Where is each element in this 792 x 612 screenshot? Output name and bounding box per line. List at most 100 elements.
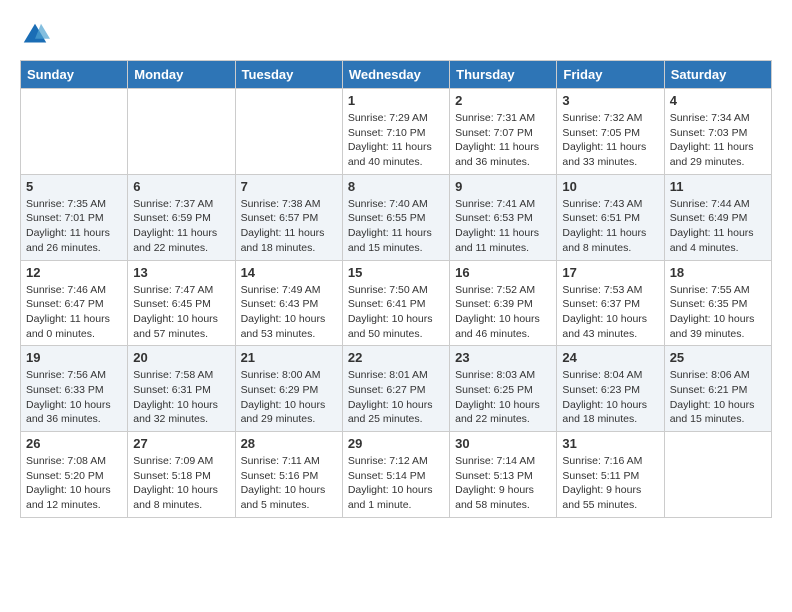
day-info: Sunrise: 7:55 AMSunset: 6:35 PMDaylight:…: [670, 283, 766, 342]
calendar-cell: 27 Sunrise: 7:09 AMSunset: 5:18 PMDayligh…: [128, 432, 235, 518]
day-info: Sunrise: 7:38 AMSunset: 6:57 PMDaylight:…: [241, 197, 337, 256]
day-info: Sunrise: 7:37 AMSunset: 6:59 PMDaylight:…: [133, 197, 229, 256]
day-info: Sunrise: 7:47 AMSunset: 6:45 PMDaylight:…: [133, 283, 229, 342]
day-number: 27: [133, 436, 229, 451]
calendar-cell: 23 Sunrise: 8:03 AMSunset: 6:25 PMDayligh…: [450, 346, 557, 432]
day-number: 9: [455, 179, 551, 194]
day-number: 16: [455, 265, 551, 280]
day-number: 25: [670, 350, 766, 365]
day-number: 26: [26, 436, 122, 451]
day-number: 12: [26, 265, 122, 280]
calendar-cell: 16 Sunrise: 7:52 AMSunset: 6:39 PMDayligh…: [450, 260, 557, 346]
day-header-saturday: Saturday: [664, 61, 771, 89]
day-info: Sunrise: 7:50 AMSunset: 6:41 PMDaylight:…: [348, 283, 444, 342]
calendar-cell: 1 Sunrise: 7:29 AMSunset: 7:10 PMDaylight…: [342, 89, 449, 175]
calendar-cell: 13 Sunrise: 7:47 AMSunset: 6:45 PMDayligh…: [128, 260, 235, 346]
day-number: 14: [241, 265, 337, 280]
day-number: 13: [133, 265, 229, 280]
calendar-table: SundayMondayTuesdayWednesdayThursdayFrid…: [20, 60, 772, 518]
day-info: Sunrise: 7:58 AMSunset: 6:31 PMDaylight:…: [133, 368, 229, 427]
day-number: 2: [455, 93, 551, 108]
calendar-cell: 19 Sunrise: 7:56 AMSunset: 6:33 PMDayligh…: [21, 346, 128, 432]
day-number: 19: [26, 350, 122, 365]
day-number: 18: [670, 265, 766, 280]
calendar-cell: [235, 89, 342, 175]
day-header-thursday: Thursday: [450, 61, 557, 89]
day-info: Sunrise: 8:03 AMSunset: 6:25 PMDaylight:…: [455, 368, 551, 427]
calendar-week-row: 1 Sunrise: 7:29 AMSunset: 7:10 PMDaylight…: [21, 89, 772, 175]
day-number: 8: [348, 179, 444, 194]
calendar-cell: [128, 89, 235, 175]
calendar-cell: 4Sunrise: 7:34 AMSunset: 7:03 PMDaylight…: [664, 89, 771, 175]
day-info: Sunrise: 7:11 AMSunset: 5:16 PMDaylight:…: [241, 454, 337, 513]
day-info: Sunrise: 7:35 AMSunset: 7:01 PMDaylight:…: [26, 197, 122, 256]
day-number: 7: [241, 179, 337, 194]
day-number: 22: [348, 350, 444, 365]
day-info: Sunrise: 7:14 AMSunset: 5:13 PMDaylight:…: [455, 454, 551, 513]
calendar-week-row: 12 Sunrise: 7:46 AMSunset: 6:47 PMDayligh…: [21, 260, 772, 346]
day-header-wednesday: Wednesday: [342, 61, 449, 89]
logo: [20, 20, 54, 50]
calendar-header-row: SundayMondayTuesdayWednesdayThursdayFrid…: [21, 61, 772, 89]
day-info: Sunrise: 7:12 AMSunset: 5:14 PMDaylight:…: [348, 454, 444, 513]
calendar-cell: [664, 432, 771, 518]
day-info: Sunrise: 7:31 AMSunset: 7:07 PMDaylight:…: [455, 111, 551, 170]
calendar-cell: 31 Sunrise: 7:16 AMSunset: 5:11 PMDayligh…: [557, 432, 664, 518]
day-info: Sunrise: 8:00 AMSunset: 6:29 PMDaylight:…: [241, 368, 337, 427]
day-info: Sunrise: 7:46 AMSunset: 6:47 PMDaylight:…: [26, 283, 122, 342]
logo-icon: [20, 20, 50, 50]
day-header-tuesday: Tuesday: [235, 61, 342, 89]
calendar-cell: 15Sunrise: 7:50 AMSunset: 6:41 PMDayligh…: [342, 260, 449, 346]
day-number: 21: [241, 350, 337, 365]
day-number: 3: [562, 93, 658, 108]
day-info: Sunrise: 7:29 AMSunset: 7:10 PMDaylight:…: [348, 111, 444, 170]
calendar-cell: 8 Sunrise: 7:40 AMSunset: 6:55 PMDaylight…: [342, 174, 449, 260]
calendar-cell: 26 Sunrise: 7:08 AMSunset: 5:20 PMDayligh…: [21, 432, 128, 518]
day-info: Sunrise: 7:16 AMSunset: 5:11 PMDaylight:…: [562, 454, 658, 513]
day-info: Sunrise: 7:32 AMSunset: 7:05 PMDaylight:…: [562, 111, 658, 170]
calendar-cell: 17 Sunrise: 7:53 AMSunset: 6:37 PMDayligh…: [557, 260, 664, 346]
day-number: 5: [26, 179, 122, 194]
day-header-monday: Monday: [128, 61, 235, 89]
calendar-cell: 5 Sunrise: 7:35 AMSunset: 7:01 PMDaylight…: [21, 174, 128, 260]
day-info: Sunrise: 7:43 AMSunset: 6:51 PMDaylight:…: [562, 197, 658, 256]
page-header: [20, 20, 772, 50]
calendar-cell: 28 Sunrise: 7:11 AMSunset: 5:16 PMDayligh…: [235, 432, 342, 518]
day-info: Sunrise: 8:01 AMSunset: 6:27 PMDaylight:…: [348, 368, 444, 427]
day-info: Sunrise: 7:56 AMSunset: 6:33 PMDaylight:…: [26, 368, 122, 427]
calendar-cell: 25 Sunrise: 8:06 AMSunset: 6:21 PMDayligh…: [664, 346, 771, 432]
day-info: Sunrise: 7:52 AMSunset: 6:39 PMDaylight:…: [455, 283, 551, 342]
day-info: Sunrise: 7:08 AMSunset: 5:20 PMDaylight:…: [26, 454, 122, 513]
day-number: 23: [455, 350, 551, 365]
calendar-cell: 10 Sunrise: 7:43 AMSunset: 6:51 PMDayligh…: [557, 174, 664, 260]
day-number: 31: [562, 436, 658, 451]
day-header-friday: Friday: [557, 61, 664, 89]
day-number: 6: [133, 179, 229, 194]
calendar-cell: 20 Sunrise: 7:58 AMSunset: 6:31 PMDayligh…: [128, 346, 235, 432]
day-info: Sunrise: 7:40 AMSunset: 6:55 PMDaylight:…: [348, 197, 444, 256]
calendar-cell: 21 Sunrise: 8:00 AMSunset: 6:29 PMDayligh…: [235, 346, 342, 432]
calendar-cell: 3 Sunrise: 7:32 AMSunset: 7:05 PMDaylight…: [557, 89, 664, 175]
day-info: Sunrise: 7:53 AMSunset: 6:37 PMDaylight:…: [562, 283, 658, 342]
calendar-cell: 6 Sunrise: 7:37 AMSunset: 6:59 PMDaylight…: [128, 174, 235, 260]
day-number: 20: [133, 350, 229, 365]
calendar-cell: 30Sunrise: 7:14 AMSunset: 5:13 PMDayligh…: [450, 432, 557, 518]
day-number: 17: [562, 265, 658, 280]
calendar-cell: 29 Sunrise: 7:12 AMSunset: 5:14 PMDayligh…: [342, 432, 449, 518]
day-number: 28: [241, 436, 337, 451]
day-number: 29: [348, 436, 444, 451]
day-number: 11: [670, 179, 766, 194]
day-number: 1: [348, 93, 444, 108]
day-info: Sunrise: 7:34 AMSunset: 7:03 PMDaylight:…: [670, 111, 766, 170]
day-number: 10: [562, 179, 658, 194]
day-info: Sunrise: 7:49 AMSunset: 6:43 PMDaylight:…: [241, 283, 337, 342]
calendar-cell: 14 Sunrise: 7:49 AMSunset: 6:43 PMDayligh…: [235, 260, 342, 346]
calendar-cell: 12 Sunrise: 7:46 AMSunset: 6:47 PMDayligh…: [21, 260, 128, 346]
day-info: Sunrise: 8:06 AMSunset: 6:21 PMDaylight:…: [670, 368, 766, 427]
calendar-cell: [21, 89, 128, 175]
day-number: 24: [562, 350, 658, 365]
calendar-cell: 7 Sunrise: 7:38 AMSunset: 6:57 PMDaylight…: [235, 174, 342, 260]
day-info: Sunrise: 7:09 AMSunset: 5:18 PMDaylight:…: [133, 454, 229, 513]
calendar-cell: 2 Sunrise: 7:31 AMSunset: 7:07 PMDaylight…: [450, 89, 557, 175]
calendar-cell: 9Sunrise: 7:41 AMSunset: 6:53 PMDaylight…: [450, 174, 557, 260]
